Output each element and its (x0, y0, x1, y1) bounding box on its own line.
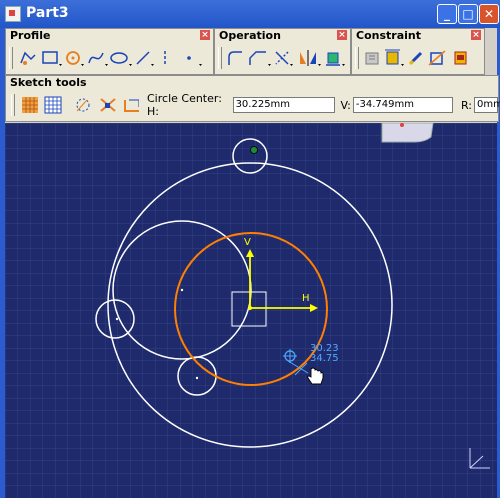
toolbar-grip[interactable] (355, 47, 359, 69)
fix-together-icon[interactable] (408, 51, 423, 66)
r-label: R: (461, 98, 473, 112)
point-icon[interactable] (187, 56, 202, 66)
compass-marker (400, 123, 404, 127)
profile-toolbar-close-button[interactable]: × (200, 30, 210, 40)
chamfer-icon[interactable] (249, 51, 271, 66)
operation-tools (228, 50, 345, 66)
toolbar-grip[interactable] (11, 94, 15, 116)
v-coordinate-field[interactable]: -34.749mm (352, 97, 453, 113)
auto-constraint-icon[interactable] (428, 50, 446, 66)
profile-toolbar-title: Profile (10, 29, 51, 42)
sketch-canvas[interactable]: H V 30.23 34.75 (5, 123, 497, 498)
sketch-tools-title: Sketch tools (10, 76, 87, 89)
trim-icon[interactable] (275, 51, 293, 66)
operation-toolbar: Operation × (214, 28, 351, 75)
v-label: V: (340, 98, 351, 112)
compass-fragment[interactable] (381, 123, 434, 143)
h-coordinate-field[interactable]: 30.225mm (232, 97, 335, 113)
snap-to-point-icon[interactable] (21, 97, 38, 113)
close-button[interactable]: ✕ (479, 4, 499, 24)
spline-icon[interactable] (88, 52, 108, 66)
constraint-toolbar: Constraint × (351, 28, 485, 75)
cursor-readout-v: 34.75 (310, 353, 339, 364)
app-icon (5, 6, 21, 22)
circle-center-point (115, 317, 119, 321)
line-icon[interactable] (136, 51, 154, 66)
dimensional-constraints-icon[interactable] (123, 99, 139, 112)
constraint-icon[interactable] (385, 49, 404, 66)
constraints-dialog-icon[interactable] (365, 52, 379, 65)
toolbar-grip[interactable] (9, 47, 13, 69)
construction-grid-icon[interactable] (44, 96, 62, 114)
toolbar-grip[interactable] (218, 47, 222, 69)
animate-constraint-icon[interactable] (454, 51, 467, 65)
constraint-toolbar-title: Constraint (356, 29, 421, 42)
operation-toolbar-close-button[interactable]: × (337, 30, 347, 40)
profile-tools (20, 51, 202, 66)
circle-center-point (195, 376, 199, 380)
minimize-button[interactable]: _ (437, 4, 457, 24)
ellipse-icon[interactable] (110, 52, 132, 66)
circle-center-h-label: Circle Center: H: (147, 92, 222, 118)
corner-icon[interactable] (228, 51, 242, 65)
origin-point (248, 306, 252, 310)
v-axis-label: V (244, 237, 251, 248)
mirror-icon[interactable] (300, 50, 321, 66)
rectangle-icon[interactable] (42, 51, 62, 66)
sketch-grid (5, 123, 497, 498)
radius-field[interactable]: 0mm (474, 97, 500, 113)
h-axis-label: H (302, 293, 310, 304)
circle-center-point (180, 288, 184, 292)
sketch-drawing[interactable]: H V 30.23 34.75 (5, 123, 497, 498)
operation-toolbar-title: Operation (219, 29, 281, 42)
construction-elements-icon[interactable] (76, 98, 90, 112)
constraint-tools (365, 49, 467, 66)
maximize-button[interactable]: □ (458, 4, 478, 24)
constraint-toolbar-close-button[interactable]: × (471, 30, 481, 40)
window-title: Part3 (26, 5, 69, 21)
geometrical-constraints-icon[interactable] (100, 98, 116, 112)
sketch-tools-toolbar: Sketch tools Circle Center: H: 30.225mm … (5, 75, 500, 122)
profile-toolbar: Profile × (5, 28, 214, 75)
project-3d-elements-icon[interactable] (326, 52, 345, 66)
sketch-point[interactable] (250, 146, 258, 154)
circle-icon[interactable] (66, 51, 84, 66)
sketch-tool-buttons (21, 96, 139, 114)
profile-icon[interactable] (20, 51, 36, 65)
title-bar: Part3 _ □ ✕ (0, 0, 500, 28)
